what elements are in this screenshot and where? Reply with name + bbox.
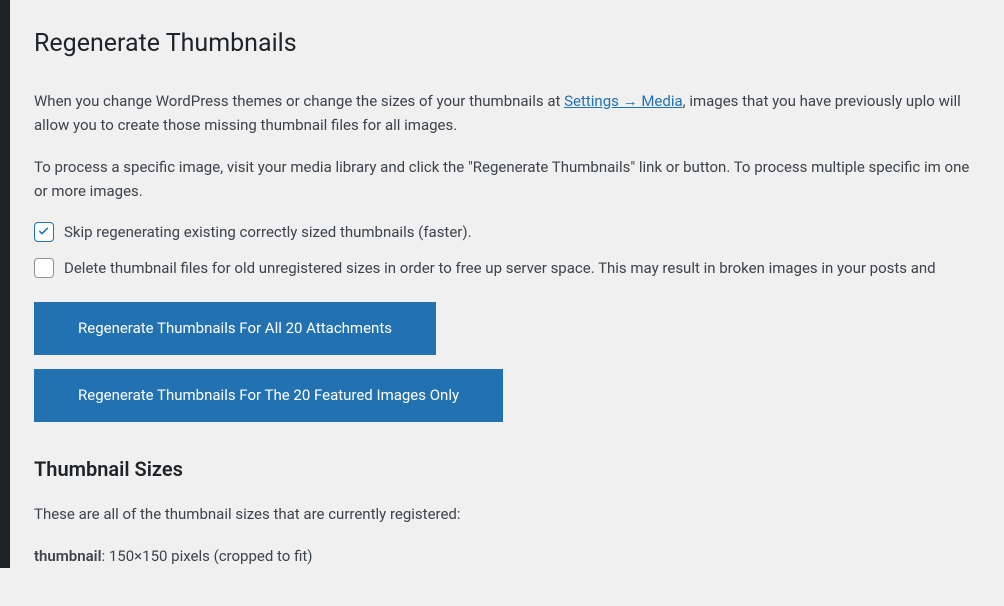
size-name: thumbnail	[34, 547, 101, 565]
intro-paragraph-2: To process a specific image, visit your …	[34, 155, 984, 203]
admin-sidebar	[0, 0, 10, 568]
intro-paragraph-1: When you change WordPress themes or chan…	[34, 89, 984, 137]
option-delete-old-row: Delete thumbnail files for old unregiste…	[34, 257, 984, 280]
regenerate-all-button[interactable]: Regenerate Thumbnails For All 20 Attachm…	[34, 302, 436, 355]
page-content: Regenerate Thumbnails When you change Wo…	[10, 0, 1004, 606]
checkbox-skip-existing[interactable]	[34, 222, 54, 242]
label-skip-existing: Skip regenerating existing correctly siz…	[64, 221, 472, 244]
sizes-description: These are all of the thumbnail sizes tha…	[34, 502, 984, 526]
page-title: Regenerate Thumbnails	[34, 28, 984, 61]
label-delete-old: Delete thumbnail files for old unregiste…	[64, 257, 936, 280]
thumbnail-sizes-heading: Thumbnail Sizes	[34, 454, 984, 484]
intro-text-1b: , images that you have previously uplo	[683, 92, 935, 110]
settings-media-link[interactable]: Settings → Media	[564, 92, 683, 110]
check-icon	[36, 224, 52, 240]
size-detail: : 150×150 pixels (cropped to fit)	[101, 547, 312, 565]
button-group: Regenerate Thumbnails For All 20 Attachm…	[34, 302, 984, 436]
checkbox-delete-old[interactable]	[34, 258, 54, 278]
size-item-thumbnail: thumbnail: 150×150 pixels (cropped to fi…	[34, 544, 984, 568]
regenerate-featured-button[interactable]: Regenerate Thumbnails For The 20 Feature…	[34, 369, 503, 422]
option-skip-existing-row: Skip regenerating existing correctly siz…	[34, 221, 984, 244]
intro-text-1a: When you change WordPress themes or chan…	[34, 92, 564, 110]
